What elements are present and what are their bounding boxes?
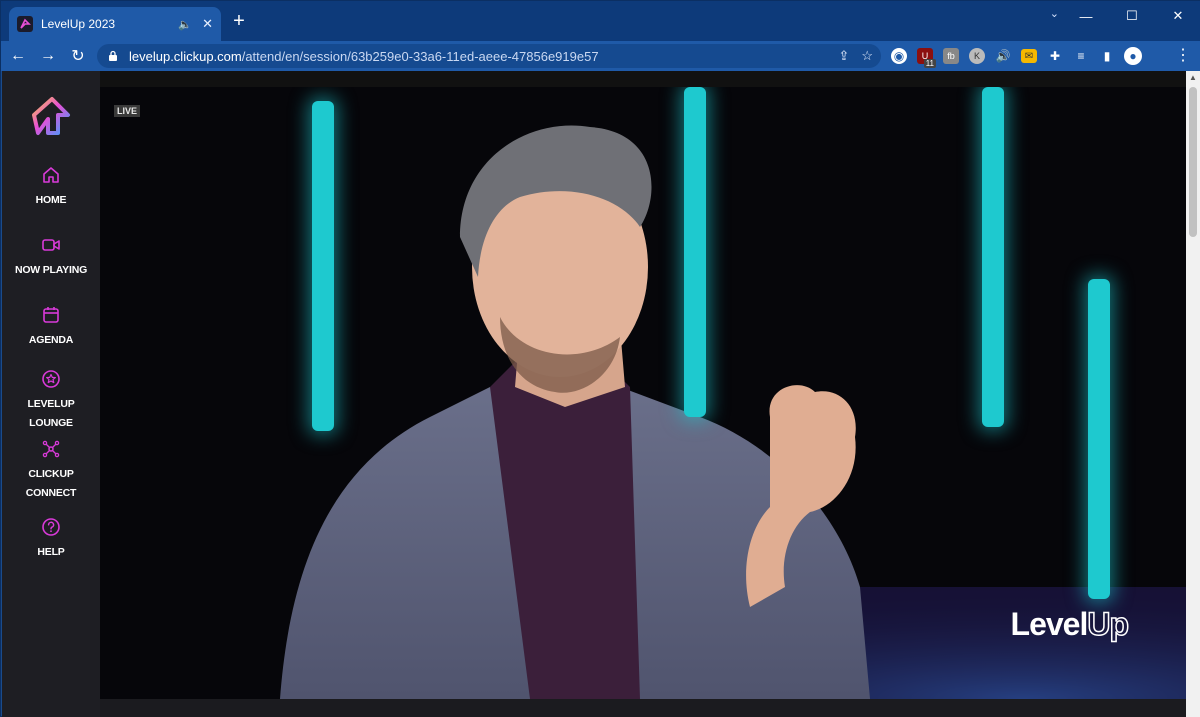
share-icon[interactable]: ⇪ <box>838 48 849 64</box>
star-circle-icon <box>42 370 60 388</box>
sidebar-item-label: HOME <box>35 194 67 206</box>
stage-light-2 <box>684 87 706 417</box>
scroll-up-icon[interactable]: ▲ <box>1186 71 1200 85</box>
fb-icon[interactable]: fb <box>943 48 959 64</box>
address-bar[interactable]: levelup.clickup.com/attend/en/session/63… <box>97 44 881 68</box>
sidebar-item-label: LEVELUP <box>27 398 75 410</box>
video-camera-icon <box>42 239 60 251</box>
sidebar-item-label: CLICKUP <box>28 468 74 480</box>
tab-search-icon[interactable]: ⌄ <box>1050 7 1059 20</box>
tab-title: LevelUp 2023 <box>41 17 116 31</box>
video-player[interactable]: LIVE LevelUp <box>100 87 1186 699</box>
browser-menu-icon[interactable]: ⋮ <box>1175 45 1191 65</box>
tab-strip: LevelUp 2023 🔈 ✕ + ⌄ — ☐ ✕ <box>1 1 1200 41</box>
brand-suffix: Up <box>1087 605 1130 643</box>
sidebar: HOME NOW PLAYING AGENDA LEVELUP LOUNGE C… <box>2 71 100 717</box>
stage-light-1 <box>312 101 334 431</box>
sidebar-item-label: LOUNGE <box>29 417 73 429</box>
sidebar-item-label: NOW PLAYING <box>14 264 88 276</box>
maximize-button[interactable]: ☐ <box>1109 1 1155 31</box>
levelup-favicon-icon <box>17 16 33 32</box>
sidebar-item-levelup-lounge[interactable]: LEVELUP LOUNGE <box>2 369 100 433</box>
onepassword-icon[interactable]: ◉ <box>891 48 907 64</box>
sidebar-item-label: CONNECT <box>25 487 77 499</box>
levelup-watermark: LevelUp <box>1010 605 1130 643</box>
page-scrollbar[interactable]: ▲ <box>1186 71 1200 717</box>
puzzle-icon[interactable]: ✚ <box>1045 46 1065 66</box>
stage-light-4 <box>1088 279 1110 599</box>
browser-window: LevelUp 2023 🔈 ✕ + ⌄ — ☐ ✕ ← → ↻ levelup… <box>0 0 1200 717</box>
tab-audio-icon[interactable]: 🔈 <box>178 18 192 31</box>
reload-button[interactable]: ↻ <box>65 43 91 69</box>
new-tab-button[interactable]: + <box>229 11 249 31</box>
minimize-button[interactable]: — <box>1063 1 1109 31</box>
ublock-badge: 11 <box>923 59 936 68</box>
playlist-icon[interactable]: ≡ <box>1071 46 1091 66</box>
live-badge: LIVE <box>114 105 141 117</box>
sidepanel-icon[interactable]: ▮ <box>1097 46 1117 66</box>
sidebar-item-help[interactable]: HELP <box>2 517 100 562</box>
brand-prefix: Level <box>1010 606 1089 642</box>
scroll-thumb[interactable] <box>1189 87 1197 237</box>
close-window-button[interactable]: ✕ <box>1155 1 1200 31</box>
url-text: levelup.clickup.com/attend/en/session/63… <box>129 49 599 64</box>
help-circle-icon <box>42 518 60 536</box>
browser-toolbar: ← → ↻ levelup.clickup.com/attend/en/sess… <box>1 41 1200 71</box>
home-icon <box>43 167 59 183</box>
extensions-bar: ◉ U 11 fb K 🔊 ✉ ✚ ≡ ▮ ● <box>889 46 1143 68</box>
back-button[interactable]: ← <box>5 43 31 69</box>
ublock-icon[interactable]: U 11 <box>917 48 936 68</box>
sidebar-item-now-playing[interactable]: NOW PLAYING <box>2 235 100 280</box>
volume-icon[interactable]: 🔊 <box>993 46 1013 66</box>
player-bottom-bar <box>100 699 1186 717</box>
bookmark-star-icon[interactable]: ☆ <box>861 48 873 64</box>
url-path: /attend/en/session/63b259e0-33a6-11ed-ae… <box>241 48 599 64</box>
mail-icon[interactable]: ✉ <box>1021 49 1037 63</box>
sidebar-item-label: HELP <box>37 546 65 558</box>
profile-icon[interactable]: ● <box>1124 47 1142 65</box>
window-controls: — ☐ ✕ <box>1063 1 1200 31</box>
lock-icon[interactable] <box>107 49 119 63</box>
url-host: levelup.clickup.com <box>129 48 242 64</box>
sidebar-item-label: AGENDA <box>28 334 74 346</box>
network-icon <box>42 440 60 458</box>
forward-button[interactable]: → <box>35 43 61 69</box>
k-icon[interactable]: K <box>969 48 985 64</box>
levelup-logo[interactable] <box>26 93 74 141</box>
stage-light-3 <box>982 87 1004 427</box>
tab-levelup[interactable]: LevelUp 2023 🔈 ✕ <box>9 7 221 41</box>
calendar-icon <box>43 307 59 323</box>
sidebar-item-clickup-connect[interactable]: CLICKUP CONNECT <box>2 439 100 503</box>
sidebar-item-home[interactable]: HOME <box>2 165 100 210</box>
tab-close-icon[interactable]: ✕ <box>202 16 213 32</box>
omnibox-actions: ⇪ ☆ <box>838 48 873 64</box>
page-viewport: HOME NOW PLAYING AGENDA LEVELUP LOUNGE C… <box>2 71 1186 717</box>
sidebar-item-agenda[interactable]: AGENDA <box>2 305 100 350</box>
